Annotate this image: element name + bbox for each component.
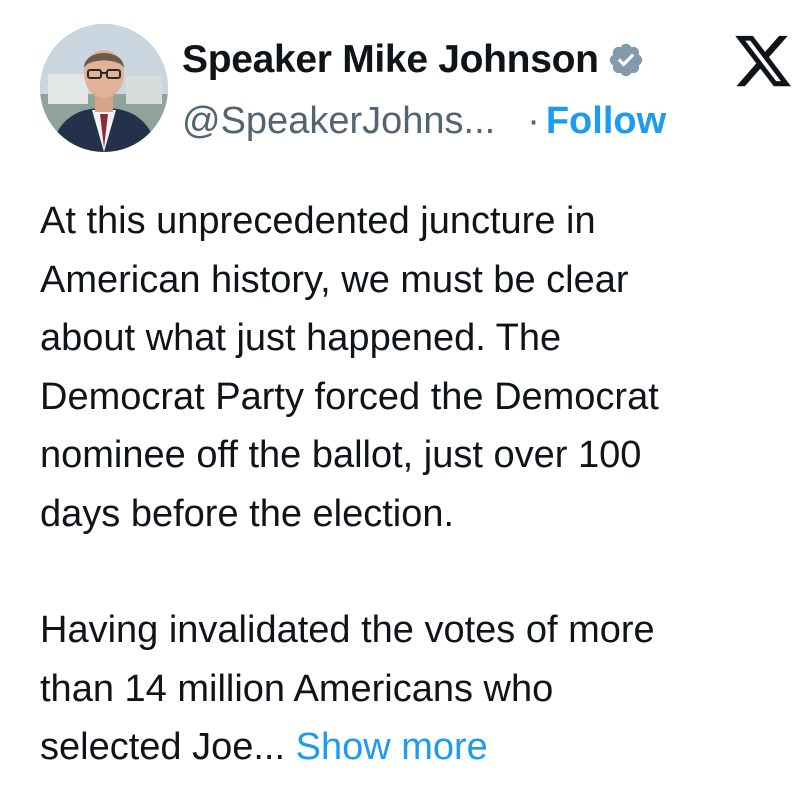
tweet-body: At this unprecedented juncture in Americ…: [40, 192, 790, 777]
follow-button[interactable]: Follow: [546, 100, 666, 143]
tweet-line: days before the election.: [40, 492, 455, 535]
tweet-line: At this unprecedented juncture in: [40, 200, 596, 242]
tweet-paragraph-1: At this unprecedented juncture in Americ…: [40, 192, 790, 543]
author-name-row: Speaker Mike Johnson: [182, 38, 645, 82]
x-logo-icon[interactable]: [730, 30, 796, 92]
author-handle-row: @SpeakerJohns... · Follow: [182, 100, 666, 143]
show-more-link[interactable]: Show more: [296, 726, 488, 768]
tweet-line: American history, we must be clear: [40, 258, 629, 301]
author-handle[interactable]: @SpeakerJohns...: [182, 100, 495, 143]
avatar[interactable]: [40, 24, 168, 152]
tweet-paragraph-2: Having invalidated the votes of more tha…: [40, 601, 790, 777]
tweet-line: than 14 million Americans who: [40, 667, 554, 710]
tweet-line: selected Joe...: [40, 726, 286, 768]
tweet-card: Speaker Mike Johnson @SpeakerJohns... · …: [0, 0, 803, 792]
tweet-line: Having invalidated the votes of more: [40, 609, 655, 651]
verified-badge-icon: [609, 43, 642, 77]
tweet-line: Democrat Party forced the Democrat: [40, 375, 659, 418]
tweet-line: about what just happened. The: [40, 317, 562, 359]
author-display-name[interactable]: Speaker Mike Johnson: [182, 38, 599, 82]
separator-dot: ·: [527, 100, 540, 142]
avatar-photo: [40, 24, 168, 152]
tweet-line: nominee off the ballot, just over 100: [40, 434, 642, 476]
